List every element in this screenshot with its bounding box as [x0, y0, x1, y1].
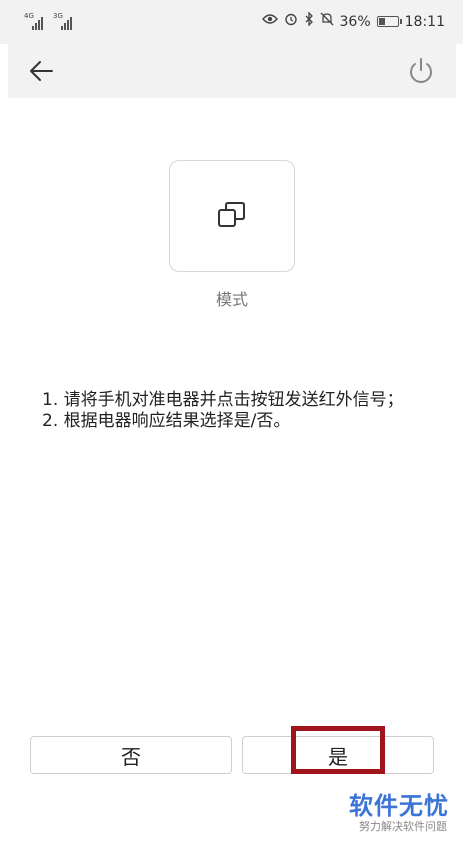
- bluetooth-icon: [304, 11, 314, 31]
- signal-3g: 3G: [53, 12, 72, 30]
- eye-icon: [261, 13, 278, 30]
- signal-group: 4G 3G: [24, 12, 72, 30]
- signal-4g-label: 4G: [24, 12, 34, 20]
- mode-button[interactable]: [169, 160, 295, 272]
- clock: 18:11: [404, 13, 445, 30]
- battery-icon: [376, 16, 402, 27]
- signal-3g-label: 3G: [53, 12, 63, 20]
- main-content: 模式 1. 请将手机对准电器并点击按钮发送红外信号； 2. 根据电器响应结果选择…: [8, 98, 456, 836]
- instruction-line-2: 2. 根据电器响应结果选择是/否。: [42, 411, 291, 431]
- watermark-title: 软件无忧: [349, 792, 449, 820]
- instructions: 1. 请将手机对准电器并点击按钮发送红外信号； 2. 根据电器响应结果选择是/否…: [42, 390, 422, 432]
- mute-bell-icon: [320, 12, 334, 31]
- instruction-line-1: 1. 请将手机对准电器并点击按钮发送红外信号；: [42, 390, 404, 410]
- no-button[interactable]: 否: [30, 736, 232, 774]
- battery-percent: 36%: [339, 13, 371, 30]
- alarm-icon: [284, 12, 298, 31]
- status-bar: 4G 3G 36% 18:11: [0, 0, 463, 44]
- back-button[interactable]: [24, 54, 58, 88]
- mode-label: 模式: [215, 290, 248, 309]
- watermark-subtitle: 努力解决软件问题: [359, 820, 447, 833]
- highlight-box: [291, 726, 385, 774]
- status-right: 36% 18:11: [261, 11, 445, 31]
- arrow-left-icon: [30, 61, 53, 81]
- power-button[interactable]: [404, 54, 438, 88]
- signal-4g: 4G: [24, 12, 43, 30]
- copy-squares-icon: [218, 202, 245, 227]
- power-icon: [410, 58, 432, 83]
- toolbar: [8, 44, 456, 98]
